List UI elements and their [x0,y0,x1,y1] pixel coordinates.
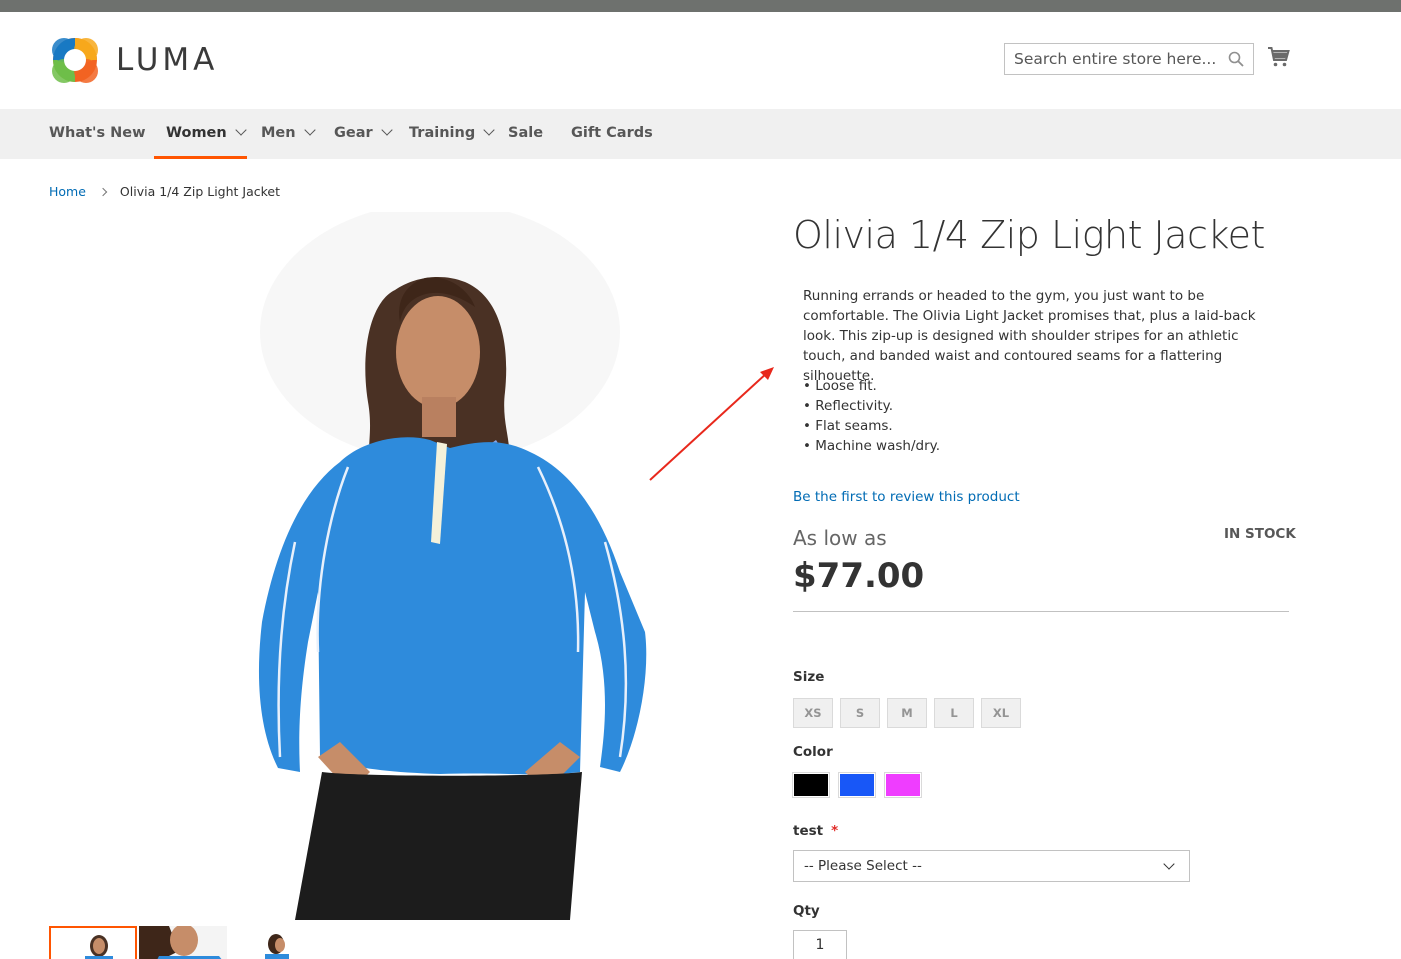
chevron-down-icon [1163,858,1175,870]
chevron-right-icon [98,187,108,197]
color-option-purple[interactable] [884,772,922,798]
nav-item-label: What's New [49,125,146,141]
chevron-down-icon [381,124,393,136]
nav-item-label: Sale [508,125,544,141]
page-title: Olivia 1/4 Zip Light Jacket [793,213,1265,257]
test-option-label: test * [793,823,838,839]
search-input[interactable] [1005,44,1225,74]
price-prefix: As low as [793,526,887,550]
select-value: -- Please Select -- [804,858,922,874]
nav-item-men[interactable]: Men [261,109,316,159]
list-item: • Flat seams. [803,418,893,434]
breadcrumb: Home Olivia 1/4 Zip Light Jacket [49,184,280,199]
nav-item-women[interactable]: Women [154,109,247,159]
header: LUMA [0,12,1401,109]
qty-label: Qty [793,903,820,919]
list-item: • Machine wash/dry. [803,438,940,454]
product-description: Running errands or headed to the gym, yo… [803,288,1256,384]
required-mark: * [831,823,839,839]
test-option-label-text: test [793,823,824,839]
store-logo-text[interactable]: LUMA [116,42,218,78]
size-option-m[interactable]: M [887,698,927,728]
list-item: • Reflectivity. [803,398,893,414]
review-link[interactable]: Be the first to review this product [793,489,1020,505]
nav-item-whats-new[interactable]: What's New [49,109,146,159]
product-price: $77.00 [793,556,925,596]
list-item: • Loose fit. [803,378,877,394]
nav-item-sale[interactable]: Sale [508,109,543,159]
size-option-s[interactable]: S [840,698,880,728]
size-option-xl[interactable]: XL [981,698,1021,728]
nav-item-label: Gift Cards [571,125,653,141]
cart-icon[interactable] [1267,46,1290,69]
nav-item-label: Men [261,125,296,141]
size-option-xs[interactable]: XS [793,698,833,728]
luma-logo-icon[interactable] [49,35,101,85]
color-label: Color [793,744,833,760]
nav-item-label: Women [166,125,227,141]
breadcrumb-home-link[interactable]: Home [49,184,86,199]
test-option-select[interactable]: -- Please Select -- [793,850,1190,882]
top-panel-bar [0,0,1401,12]
annotation-arrow-icon [649,367,774,481]
product-thumbnail[interactable] [49,926,137,959]
chevron-down-icon [483,124,495,136]
main-navigation: What's New Women Men Gear Training Sale … [0,109,1401,159]
color-option-black[interactable] [792,772,830,798]
search-icon[interactable] [1228,51,1244,67]
color-option-blue[interactable] [838,772,876,798]
divider [793,611,1289,612]
product-main-image[interactable] [200,212,670,922]
product-thumbnail[interactable] [229,926,317,959]
nav-item-training[interactable]: Training [409,109,495,159]
size-label: Size [793,669,825,685]
nav-item-gear[interactable]: Gear [334,109,393,159]
qty-input[interactable] [793,930,847,959]
breadcrumb-current: Olivia 1/4 Zip Light Jacket [119,184,281,199]
stock-status: IN STOCK [1224,526,1296,542]
nav-item-gift-cards[interactable]: Gift Cards [571,109,653,159]
chevron-down-icon [303,124,316,136]
product-thumbnails [49,926,349,959]
size-option-l[interactable]: L [934,698,974,728]
nav-item-label: Training [409,125,476,141]
nav-item-label: Gear [334,125,373,141]
search-box [1004,43,1254,75]
product-features-list: • Loose fit. • Reflectivity. • Flat seam… [803,376,940,456]
chevron-down-icon [235,124,247,136]
product-thumbnail[interactable] [139,926,227,959]
